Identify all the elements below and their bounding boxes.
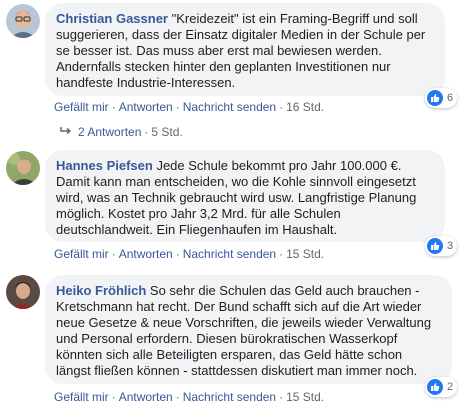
like-count-badge[interactable]: 2 bbox=[425, 377, 458, 397]
like-link[interactable]: Gefällt mir bbox=[54, 100, 109, 114]
like-count: 6 bbox=[447, 92, 454, 104]
comment-author[interactable]: Hannes Piefsen bbox=[56, 158, 153, 173]
comment-actions: Gefällt mir · Antworten · Nachricht senden · 1… bbox=[54, 247, 325, 261]
reply-link[interactable]: Antworten bbox=[119, 247, 173, 261]
like-count-badge[interactable]: 6 bbox=[425, 88, 458, 108]
thumbs-up-icon bbox=[427, 379, 443, 395]
send-message-link[interactable]: Nachricht senden bbox=[183, 247, 276, 261]
thumbs-up-icon bbox=[427, 238, 443, 254]
send-message-link[interactable]: Nachricht senden bbox=[183, 390, 276, 404]
comment-bubble: Hannes Piefsen Jede Schule bekommt pro J… bbox=[45, 150, 445, 242]
reply-arrow-icon bbox=[60, 125, 72, 139]
timestamp[interactable]: 16 Std. bbox=[286, 100, 324, 114]
view-replies[interactable]: 2 Antworten · 5 Std. bbox=[60, 125, 183, 139]
comment-author[interactable]: Christian Gassner bbox=[56, 11, 168, 26]
comment-bubble: Christian Gassner "Kreidezeit" ist ein F… bbox=[45, 3, 445, 96]
like-link[interactable]: Gefällt mir bbox=[54, 247, 109, 261]
replies-time: 5 Std. bbox=[151, 125, 183, 139]
timestamp[interactable]: 15 Std. bbox=[286, 390, 324, 404]
comment-actions: Gefällt mir · Antworten · Nachricht senden · 1… bbox=[54, 390, 325, 404]
reply-link[interactable]: Antworten bbox=[119, 390, 173, 404]
timestamp[interactable]: 15 Std. bbox=[286, 247, 324, 261]
comment-bubble: Heiko Fröhlich So sehr die Schulen das G… bbox=[45, 275, 452, 384]
avatar[interactable] bbox=[6, 4, 40, 38]
like-count: 3 bbox=[447, 240, 454, 252]
replies-count-link[interactable]: 2 Antworten bbox=[78, 125, 141, 139]
thumbs-up-icon bbox=[427, 90, 443, 106]
reply-link[interactable]: Antworten bbox=[119, 100, 173, 114]
send-message-link[interactable]: Nachricht senden bbox=[183, 100, 276, 114]
like-link[interactable]: Gefällt mir bbox=[54, 390, 109, 404]
avatar[interactable] bbox=[6, 275, 40, 309]
like-count: 2 bbox=[447, 381, 454, 393]
comment-author[interactable]: Heiko Fröhlich bbox=[56, 283, 146, 298]
comment-actions: Gefällt mir · Antworten · Nachricht senden · 1… bbox=[54, 100, 325, 114]
like-count-badge[interactable]: 3 bbox=[425, 236, 458, 256]
avatar[interactable] bbox=[6, 151, 40, 185]
